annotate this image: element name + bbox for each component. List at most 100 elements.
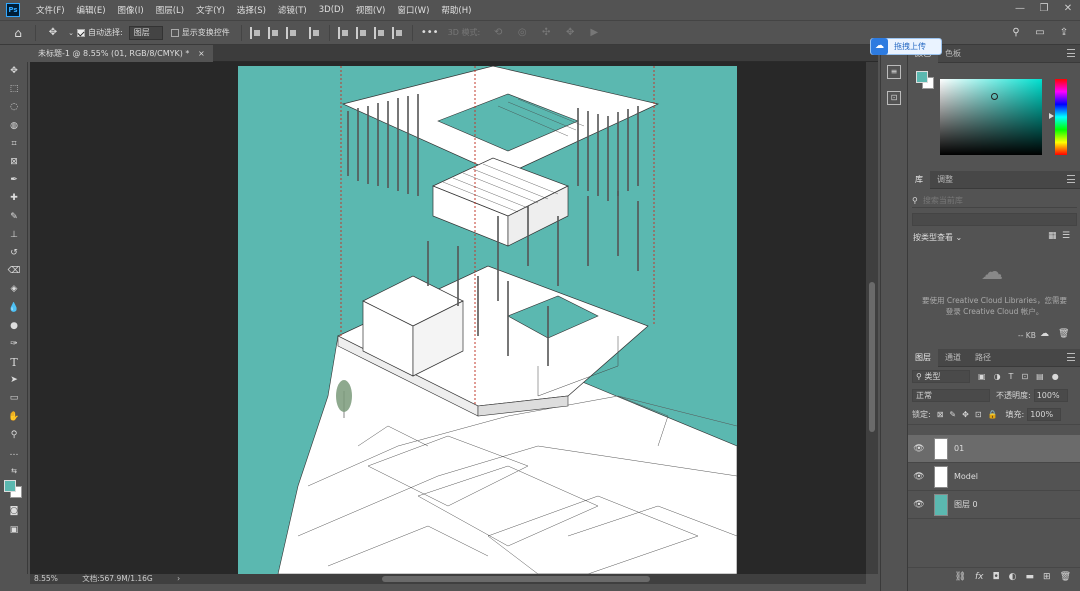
auto-select-dropdown[interactable]: 图层 <box>128 25 163 40</box>
home-icon[interactable]: ⌂ <box>8 23 28 43</box>
3d-orbit-icon[interactable]: ⟲ <box>488 23 508 43</box>
panel-menu-icon[interactable] <box>1067 49 1075 57</box>
lock-artboard-icon[interactable]: ⊡ <box>975 410 982 419</box>
share-icon[interactable]: ⇪ <box>1054 23 1074 43</box>
align-top-icon[interactable] <box>337 26 350 39</box>
eye-icon[interactable]: 👁 <box>908 472 930 482</box>
panel-menu-icon[interactable] <box>1067 175 1075 183</box>
close-tab-icon[interactable]: × <box>198 49 205 58</box>
tab-libraries[interactable]: 库 <box>908 170 930 189</box>
menu-type[interactable]: 文字(Y) <box>190 4 231 16</box>
properties-icon[interactable]: ≡ <box>887 65 901 79</box>
align-bottom-icon[interactable] <box>373 26 386 39</box>
menu-select[interactable]: 选择(S) <box>231 4 272 16</box>
list-view-icon[interactable]: ☰ <box>1062 231 1070 241</box>
eyedropper-tool-icon[interactable]: ✒ <box>0 171 28 189</box>
filter-adjust-icon[interactable]: ◑ <box>994 372 1001 381</box>
move-tool-icon[interactable]: ✥ <box>0 62 28 80</box>
move-tool-icon[interactable]: ✥ <box>43 23 63 43</box>
tab-layers[interactable]: 图层 <box>908 348 938 367</box>
layer-name[interactable]: 01 <box>954 444 964 453</box>
filter-shape-icon[interactable]: ⊡ <box>1021 372 1028 381</box>
more-options-icon[interactable]: ••• <box>420 23 440 43</box>
doc-size-info[interactable]: 文档:567.9M/1.16G <box>82 574 153 583</box>
quick-mask-icon[interactable]: ◙ <box>0 502 28 520</box>
layer-row[interactable]: 👁 图层 0 <box>908 491 1080 519</box>
blur-tool-icon[interactable]: 💧 <box>0 298 28 316</box>
layer-name[interactable]: 图层 0 <box>954 499 978 510</box>
document-tab[interactable]: 未标题-1 @ 8.55% (01, RGB/8/CMYK) * × <box>30 45 213 62</box>
tab-swatches[interactable]: 色板 <box>938 45 968 63</box>
zoom-level[interactable]: 8.55% <box>34 574 58 583</box>
eye-icon[interactable]: 👁 <box>908 500 930 510</box>
view-by-dropdown[interactable]: 按类型查看 ⌄ <box>913 232 962 243</box>
menu-help[interactable]: 帮助(H) <box>435 4 477 16</box>
brush-tool-icon[interactable]: ✎ <box>0 208 28 226</box>
layer-name[interactable]: Model <box>954 472 978 481</box>
healing-brush-tool-icon[interactable]: ✚ <box>0 189 28 207</box>
upload-button[interactable]: ☁ 拖拽上传 <box>870 38 942 55</box>
panel-menu-icon[interactable] <box>1067 353 1075 361</box>
history-brush-tool-icon[interactable]: ↺ <box>0 244 28 262</box>
distribute-icon[interactable] <box>391 26 404 39</box>
close-icon[interactable]: ✕ <box>1056 0 1080 20</box>
lock-transparent-icon[interactable]: ⊠ <box>937 410 944 419</box>
align-left-icon[interactable] <box>249 26 262 39</box>
color-picker-cursor[interactable] <box>991 93 998 100</box>
link-layers-icon[interactable]: ⛓ <box>955 572 966 582</box>
workspace-icon[interactable]: ▭ <box>1030 23 1050 43</box>
filter-type-icon[interactable]: T <box>1009 372 1014 381</box>
fill-input[interactable]: 100% <box>1027 408 1062 421</box>
frame-tool-icon[interactable]: ⊠ <box>0 153 28 171</box>
layer-filter-dropdown[interactable]: ⚲ 类型 <box>912 369 970 383</box>
3d-roll-icon[interactable]: ◎ <box>512 23 532 43</box>
trash-icon[interactable]: 🗑 <box>1058 329 1069 339</box>
filter-toggle-icon[interactable]: ● <box>1052 372 1059 381</box>
foreground-color-swatch[interactable] <box>916 71 928 83</box>
menu-layer[interactable]: 图层(L) <box>150 4 190 16</box>
tab-paths[interactable]: 路径 <box>968 349 998 367</box>
3d-pan-icon[interactable]: ✣ <box>536 23 556 43</box>
fx-icon[interactable]: fx <box>975 572 984 582</box>
paint-bucket-tool-icon[interactable]: ◈ <box>0 280 28 298</box>
rectangle-tool-icon[interactable]: ▭ <box>0 389 28 407</box>
lasso-tool-icon[interactable]: ◌ <box>0 98 28 116</box>
cloud-sync-icon[interactable]: ☁ <box>1040 329 1049 339</box>
menu-view[interactable]: 视图(V) <box>350 4 391 16</box>
filter-pixel-icon[interactable]: ▣ <box>978 372 986 381</box>
zoom-tool-icon[interactable]: ⚲ <box>0 426 28 444</box>
lock-all-icon[interactable]: 🔒 <box>988 410 998 419</box>
edit-toolbar-icon[interactable]: … <box>0 444 28 462</box>
new-layer-icon[interactable]: ⊞ <box>1043 572 1051 582</box>
library-search[interactable]: ⚲ 搜索当前库 <box>912 194 1077 208</box>
vertical-scrollbar[interactable] <box>866 62 878 574</box>
menu-image[interactable]: 图像(I) <box>112 4 150 16</box>
delete-layer-icon[interactable]: 🗑 <box>1060 572 1071 582</box>
marquee-tool-icon[interactable]: ⬚ <box>0 80 28 98</box>
history-icon[interactable]: ⊡ <box>887 91 901 105</box>
eraser-tool-icon[interactable]: ⌫ <box>0 262 28 280</box>
align-middle-v-icon[interactable] <box>355 26 368 39</box>
menu-edit[interactable]: 编辑(E) <box>71 4 112 16</box>
chevron-down-icon[interactable]: ⌄ <box>67 23 75 43</box>
add-mask-icon[interactable]: ◘ <box>993 572 1000 582</box>
layer-row[interactable]: 👁 01 <box>908 435 1080 463</box>
pen-tool-icon[interactable]: ✑ <box>0 335 28 353</box>
align-menu-icon[interactable] <box>308 26 321 39</box>
menu-filter[interactable]: 滤镜(T) <box>272 4 313 16</box>
color-swatches[interactable] <box>0 480 28 502</box>
swap-colors-icon[interactable]: ⇆ <box>0 462 28 480</box>
restore-icon[interactable]: ❐ <box>1032 0 1056 20</box>
canvas-area[interactable] <box>30 62 866 574</box>
layer-row[interactable]: 👁 Model <box>908 463 1080 491</box>
artboard[interactable] <box>238 66 737 574</box>
screen-mode-icon[interactable]: ▣ <box>0 521 28 539</box>
horizontal-scroll-thumb[interactable] <box>382 576 650 582</box>
type-tool-icon[interactable]: T <box>0 353 28 371</box>
grid-view-icon[interactable]: ▦ <box>1048 231 1057 241</box>
menu-window[interactable]: 窗口(W) <box>391 4 435 16</box>
eye-icon[interactable]: 👁 <box>908 444 930 454</box>
align-right-icon[interactable] <box>285 26 298 39</box>
clone-stamp-tool-icon[interactable]: ⊥ <box>0 226 28 244</box>
auto-select-checkbox[interactable]: 自动选择: <box>77 27 123 38</box>
